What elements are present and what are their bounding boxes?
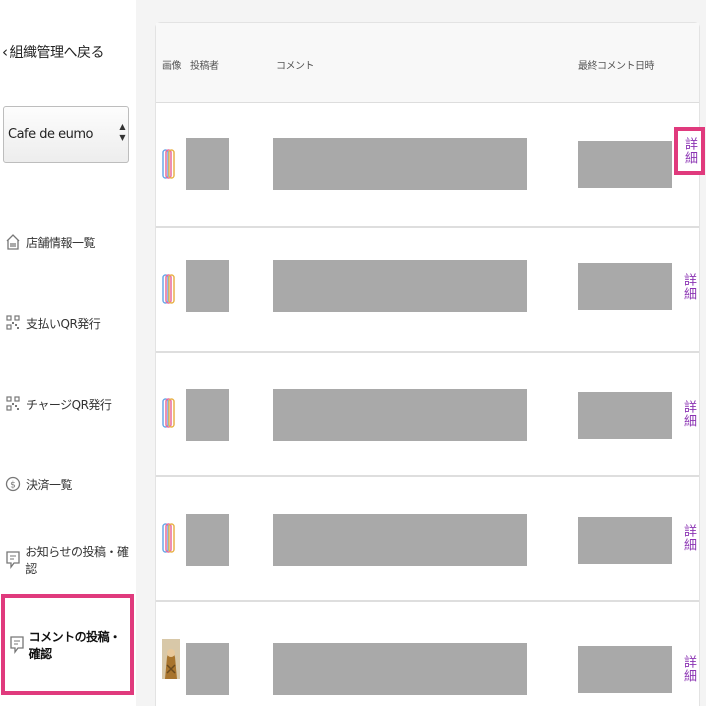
sidebar-item-label: コメントの投稿・確認 [28,629,122,661]
header-comment: コメント [276,61,315,72]
poster-redacted [186,643,229,695]
dollar-circle-icon: $ [3,475,23,493]
comment-icon [8,635,26,655]
comment-icon [3,550,22,570]
comment-redacted [273,643,527,695]
comment-redacted [273,514,527,566]
sidebar-item-payment-qr[interactable]: 支払いQR発行 [0,295,136,351]
sidebar-item-store-list[interactable]: 店舗情報一覧 [0,214,136,270]
table-row: 詳細 [156,229,699,353]
sidebar-item-label: 店舗情報一覧 [26,235,96,250]
comments-table-panel: 画像 投稿者 コメント 最終コメント日時 詳細 詳細 詳細 詳細 詳細 [155,22,705,706]
sidebar-item-label: お知らせの投稿・確認 [25,545,129,576]
select-arrows-icon: ▲ ▼ [119,122,125,142]
rainbow-rings-thumbnail [162,398,175,428]
detail-link[interactable]: 詳細 [674,127,705,175]
table-header: 画像 投稿者 コメント 最終コメント日時 [156,23,699,103]
store-select[interactable]: Cafe de eumo ▲ ▼ [3,106,129,163]
sidebar-item-payment-list[interactable]: $ 決済一覧 [0,456,136,512]
rainbow-rings-thumbnail [162,274,175,304]
header-poster: 投稿者 [190,61,219,72]
poster-redacted [186,514,229,566]
sidebar-item-comments[interactable]: コメントの投稿・確認 [1,594,134,695]
last-comment-date-redacted [578,392,672,439]
rainbow-rings-thumbnail [162,523,175,553]
header-last-comment-date: 最終コメント日時 [578,61,655,72]
table-row: 詳細 [156,601,699,706]
sidebar: ‹ 組織管理へ戻る Cafe de eumo ▲ ▼ 店舗情報一覧 支払いQR発行… [0,0,136,706]
sidebar-item-charge-qr[interactable]: チャージQR発行 [0,376,136,432]
detail-link[interactable]: 詳細 [679,400,698,428]
store-icon [3,233,23,251]
comment-redacted [273,138,527,190]
last-comment-date-redacted [578,263,672,310]
last-comment-date-redacted [578,646,672,693]
table-row: 詳細 [156,478,699,602]
detail-link[interactable]: 詳細 [679,524,698,552]
poster-redacted [186,389,229,441]
photo-thumbnail [162,639,180,679]
qr-code-icon [3,314,23,332]
chevron-left-icon: ‹ [2,43,8,61]
detail-link[interactable]: 詳細 [679,655,698,683]
header-image: 画像 [162,61,182,72]
comment-redacted [273,389,527,441]
store-select-value: Cafe de eumo [8,127,94,142]
back-to-organization-link[interactable]: ‹ 組織管理へ戻る [2,42,104,62]
sidebar-item-notices[interactable]: お知らせの投稿・確認 [0,532,136,588]
poster-redacted [186,138,229,190]
sidebar-item-label: 決済一覧 [26,477,73,492]
app-root: ‹ 組織管理へ戻る Cafe de eumo ▲ ▼ 店舗情報一覧 支払いQR発行… [0,0,706,706]
sidebar-item-label: チャージQR発行 [26,397,112,412]
table-row: 詳細 [156,353,699,477]
sidebar-item-label: 支払いQR発行 [26,316,101,331]
svg-text:$: $ [10,481,16,491]
qr-code-icon [3,395,23,413]
last-comment-date-redacted [578,517,672,564]
rainbow-rings-thumbnail [162,149,175,179]
last-comment-date-redacted [578,141,672,188]
poster-redacted [186,260,229,312]
detail-link[interactable]: 詳細 [679,273,698,301]
back-label: 組織管理へ戻る [9,45,105,61]
comment-redacted [273,260,527,312]
table-row: 詳細 [156,104,705,228]
